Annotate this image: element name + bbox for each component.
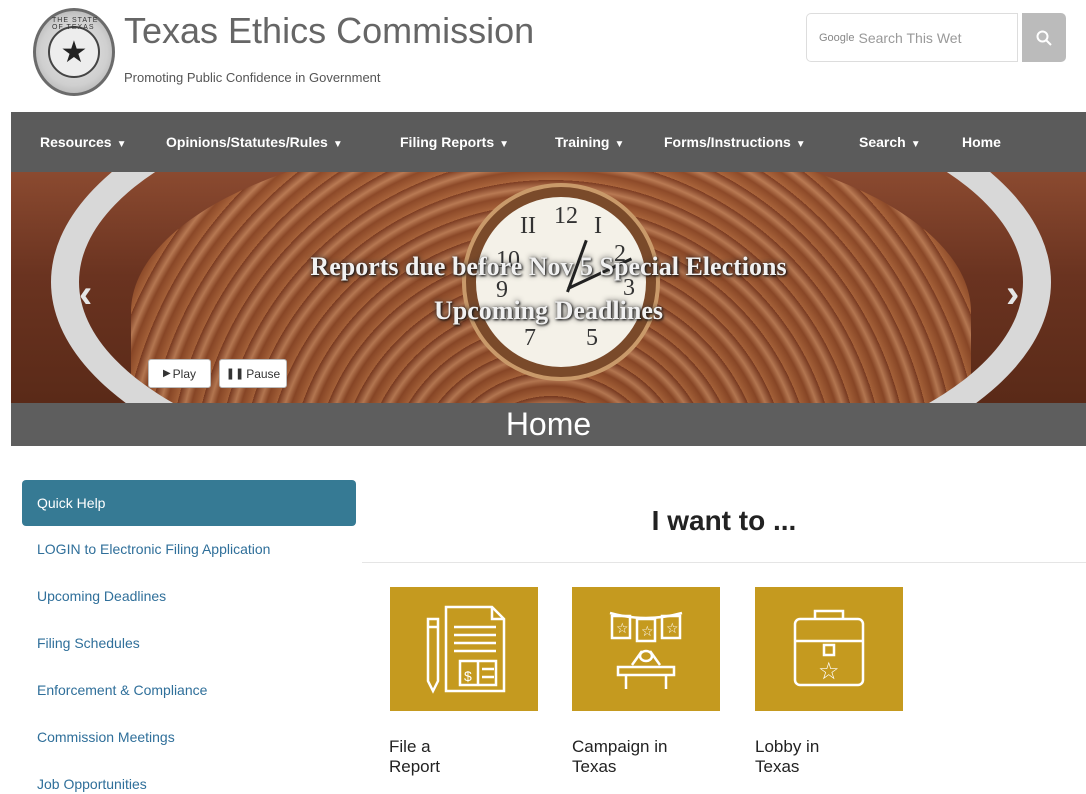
pause-label: Pause xyxy=(246,366,281,381)
lobby-tile[interactable]: ☆ xyxy=(755,587,903,711)
quick-help-sidebar: Quick Help LOGIN to Electronic Filing Ap… xyxy=(22,480,356,794)
svg-text:☆: ☆ xyxy=(818,657,840,685)
search-input[interactable]: Google Search This Wet xyxy=(806,13,1018,62)
pause-icon: ❚❚ xyxy=(225,368,245,380)
svg-text:☆: ☆ xyxy=(666,620,679,636)
campaign-podium-icon: ☆ ☆ ☆ xyxy=(609,611,683,689)
campaign-tile[interactable]: ☆ ☆ ☆ xyxy=(572,587,720,711)
caret-down-icon: ▼ xyxy=(116,139,127,150)
nav-label: Opinions/Statutes/Rules xyxy=(166,134,328,150)
nav-training[interactable]: Training ▼ xyxy=(555,134,624,150)
site-header: THE STATE OF TEXAS ★ Texas Ethics Commis… xyxy=(0,0,1086,112)
site-title[interactable]: Texas Ethics Commission xyxy=(124,10,534,52)
file-report-label[interactable]: File a Report xyxy=(389,737,440,777)
google-brand-label: Google xyxy=(819,31,855,44)
nav-label: Search xyxy=(859,134,906,150)
nav-label: Training xyxy=(555,134,610,150)
hero-carousel: 12 II I 2 10 9 3 7 5 ‹ › Reports due bef… xyxy=(11,172,1086,403)
briefcase-star-icon: ☆ xyxy=(793,609,865,687)
divider xyxy=(362,562,1086,563)
nav-resources[interactable]: Resources ▼ xyxy=(40,134,127,150)
tile-label-line: File a xyxy=(389,737,431,756)
nav-label: Home xyxy=(962,134,1001,150)
star-icon: ★ xyxy=(48,26,100,78)
svg-text:$: $ xyxy=(464,668,472,684)
pause-button[interactable]: ❚❚ Pause xyxy=(219,359,287,388)
sidebar-link-upcoming-deadlines[interactable]: Upcoming Deadlines xyxy=(22,573,356,620)
sidebar-link-job-opportunities[interactable]: Job Opportunities xyxy=(22,761,356,794)
tile-label-line: Lobby in xyxy=(755,737,820,756)
tile-label-line: Report xyxy=(389,757,441,776)
nav-opinions-statutes-rules[interactable]: Opinions/Statutes/Rules ▼ xyxy=(166,134,343,150)
quick-help-heading[interactable]: Quick Help xyxy=(22,480,356,526)
i-want-to-heading: I want to ... xyxy=(651,505,797,536)
tile-label-line: Texas xyxy=(755,757,800,776)
svg-text:☆: ☆ xyxy=(641,623,654,639)
sidebar-link-filing-schedules[interactable]: Filing Schedules xyxy=(22,620,356,667)
caret-down-icon: ▼ xyxy=(499,139,510,150)
report-document-icon: $ xyxy=(426,605,506,694)
site-tagline: Promoting Public Confidence in Governmen… xyxy=(124,70,381,85)
nav-label: Filing Reports xyxy=(400,134,495,150)
nav-search[interactable]: Search ▼ xyxy=(859,134,921,150)
play-button[interactable]: ▶ Play xyxy=(148,359,211,388)
search-placeholder: Search This Wet xyxy=(858,29,962,46)
slide-headline[interactable]: Reports due before Nov 5 Special Electio… xyxy=(11,252,1086,282)
svg-text:☆: ☆ xyxy=(616,620,629,636)
texas-state-seal-logo[interactable]: THE STATE OF TEXAS ★ xyxy=(33,8,115,96)
search-button[interactable] xyxy=(1022,13,1066,62)
clock-image: 12 II I 2 10 9 3 7 5 xyxy=(466,187,656,377)
sidebar-link-login[interactable]: LOGIN to Electronic Filing Application xyxy=(22,526,356,573)
nav-forms-instructions[interactable]: Forms/Instructions ▼ xyxy=(664,134,806,150)
caret-down-icon: ▼ xyxy=(332,139,343,150)
nav-label: Forms/Instructions xyxy=(664,134,791,150)
search-icon xyxy=(1036,30,1052,46)
lobby-label[interactable]: Lobby in Texas xyxy=(755,737,819,777)
seal-text: THE STATE OF TEXAS xyxy=(52,17,99,31)
nav-home[interactable]: Home xyxy=(962,134,1001,150)
caret-down-icon: ▼ xyxy=(910,139,921,150)
play-icon: ▶ xyxy=(162,368,171,379)
nav-label: Resources xyxy=(40,134,112,150)
main-nav: Resources ▼ Opinions/Statutes/Rules ▼ Fili… xyxy=(11,112,1086,172)
nav-filing-reports[interactable]: Filing Reports ▼ xyxy=(400,134,509,150)
tile-label-line: Campaign in xyxy=(572,737,668,756)
caret-down-icon: ▼ xyxy=(614,139,625,150)
campaign-label[interactable]: Campaign in Texas xyxy=(572,737,667,777)
play-label: Play xyxy=(172,366,197,381)
sidebar-link-commission-meetings[interactable]: Commission Meetings xyxy=(22,714,356,761)
caret-down-icon: ▼ xyxy=(795,139,806,150)
file-report-tile[interactable]: $ xyxy=(390,587,538,711)
page-title: Home xyxy=(11,403,1086,446)
slide-subheadline[interactable]: Upcoming Deadlines xyxy=(11,296,1086,326)
sidebar-link-enforcement[interactable]: Enforcement & Compliance xyxy=(22,667,356,714)
tile-label-line: Texas xyxy=(572,757,617,776)
